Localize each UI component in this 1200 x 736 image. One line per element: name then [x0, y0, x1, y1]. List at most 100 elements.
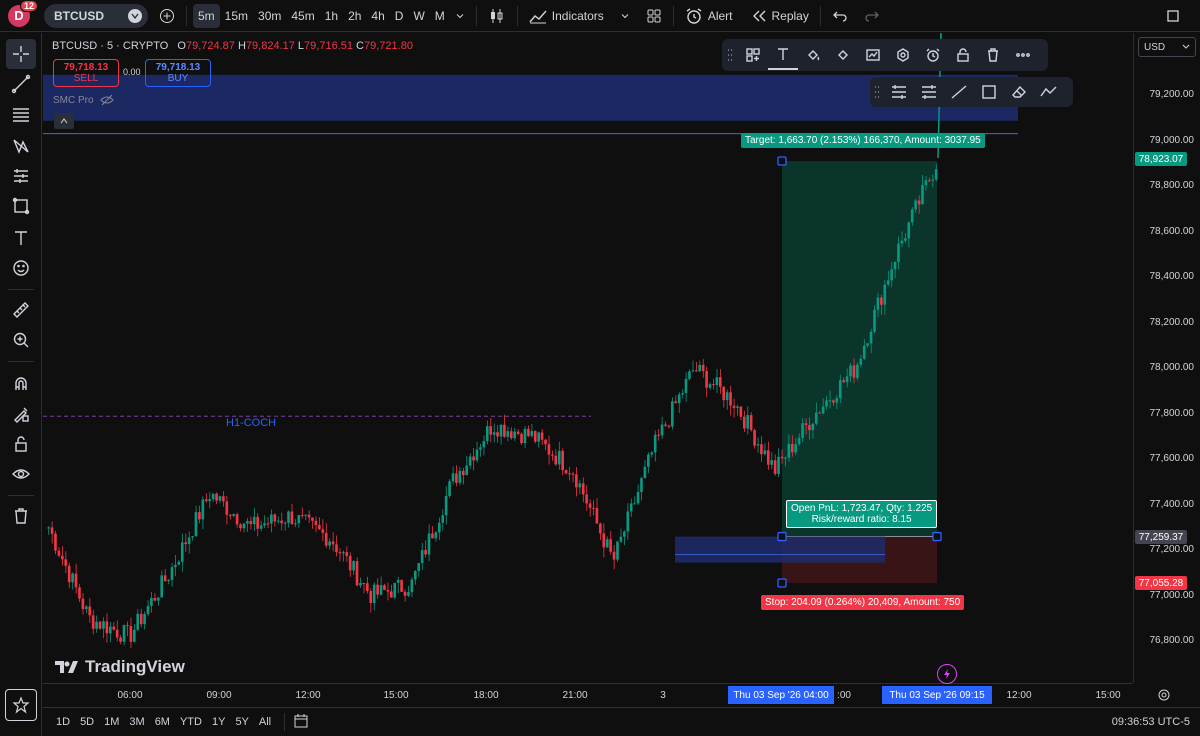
text-color-icon[interactable]	[768, 40, 798, 70]
indicators-button[interactable]: Indicators	[524, 4, 609, 28]
interval-dropdown-icon[interactable]	[450, 4, 470, 28]
time-axis[interactable]: 06:00 09:00 12:00 15:00 18:00 21:00 3 15:00 12:0…	[43, 683, 1133, 706]
range-6m[interactable]: 6M	[150, 716, 175, 728]
eye-icon[interactable]	[6, 459, 36, 489]
star-favorites-icon[interactable]	[5, 689, 37, 721]
collapse-legend-icon[interactable]	[54, 113, 74, 129]
fullscreen-icon[interactable]	[1160, 4, 1186, 28]
rectangle-tool-icon[interactable]	[974, 77, 1004, 107]
interval-5m[interactable]: 5m	[193, 3, 220, 28]
drag-handle-icon[interactable]	[870, 77, 884, 107]
candle-body	[835, 398, 839, 403]
range-ytd[interactable]: YTD	[175, 716, 207, 728]
chart-pane[interactable]	[43, 27, 1133, 683]
redo-icon[interactable]	[859, 4, 885, 28]
settings-icon[interactable]	[888, 40, 918, 70]
time-tick: 06:00	[117, 690, 143, 701]
candle-body	[845, 376, 849, 383]
range-5d[interactable]: 5D	[75, 716, 99, 728]
eraser-icon[interactable]	[1004, 77, 1034, 107]
chart-settings-icon[interactable]	[858, 40, 888, 70]
range-1y[interactable]: 1Y	[207, 716, 230, 728]
text-tool-icon[interactable]	[6, 223, 36, 253]
interval-d[interactable]: D	[390, 4, 409, 28]
unlock-icon[interactable]	[948, 40, 978, 70]
candle-body	[914, 200, 917, 210]
prediction-tools-icon[interactable]	[6, 161, 36, 191]
candle-body	[239, 524, 242, 529]
price-chart[interactable]	[43, 27, 1133, 683]
candle-body	[112, 626, 116, 630]
goto-date-icon[interactable]	[293, 713, 309, 732]
target-label[interactable]: Target: 1,663.70 (2.153%) 166,370, Amoun…	[741, 133, 985, 148]
eye-hidden-icon[interactable]	[99, 94, 114, 106]
magnet-icon[interactable]	[6, 369, 36, 399]
rectangle-shape-icon[interactable]	[6, 191, 36, 221]
line-tool-icon[interactable]	[944, 77, 974, 107]
interval-45m[interactable]: 45m	[286, 4, 319, 28]
indicator-legend[interactable]: SMC Pro	[53, 94, 114, 106]
delete-icon[interactable]	[978, 40, 1008, 70]
sell-button[interactable]: 79,718.13 SELL	[53, 59, 119, 87]
symbol-search[interactable]: BTCUSD	[44, 3, 148, 28]
candle-body	[568, 473, 571, 475]
candles-icon[interactable]	[483, 4, 511, 28]
open-pnl-label[interactable]: Open PnL: 1,723.47, Qty: 1.225 Risk/rewa…	[786, 500, 938, 528]
interval-15m[interactable]: 15m	[220, 4, 253, 28]
position-handle	[777, 531, 787, 542]
range-1d[interactable]: 1D	[51, 716, 75, 728]
interval-m[interactable]: M	[430, 4, 450, 28]
range-1m[interactable]: 1M	[99, 716, 124, 728]
fill-color-icon[interactable]	[798, 40, 828, 70]
clock-readout[interactable]: 09:36:53 UTC-5	[1112, 716, 1190, 728]
undo-icon[interactable]	[827, 4, 853, 28]
buy-button[interactable]: 79,718.13 BUY	[145, 59, 211, 87]
drawing-tools-toolbar	[870, 77, 1073, 107]
divider	[819, 5, 821, 26]
position-handle	[777, 578, 787, 588]
range-3m[interactable]: 3M	[124, 716, 149, 728]
compare-add-icon[interactable]	[154, 4, 180, 28]
candle-body	[890, 269, 893, 281]
drag-handle-icon[interactable]	[722, 40, 738, 70]
axis-settings-icon[interactable]	[1157, 688, 1171, 705]
trend-line-icon[interactable]	[6, 69, 36, 99]
alert-clock-icon[interactable]	[918, 40, 948, 70]
symbol-menu-icon[interactable]	[128, 8, 142, 23]
alert-button[interactable]: Alert	[680, 4, 738, 28]
user-avatar[interactable]: D 12	[8, 0, 38, 27]
layouts-grid-icon[interactable]	[641, 4, 667, 28]
lightning-icon[interactable]	[937, 664, 957, 684]
rewind-icon	[752, 10, 765, 21]
templates-icon[interactable]	[738, 40, 768, 70]
interval-2h[interactable]: 2h	[343, 4, 366, 28]
range-all[interactable]: All	[254, 716, 276, 728]
emoji-icon[interactable]	[6, 253, 36, 283]
interval-w[interactable]: W	[408, 4, 429, 28]
long-position-icon[interactable]	[884, 77, 914, 107]
interval-30m[interactable]: 30m	[253, 4, 286, 28]
path-tool-icon[interactable]	[1034, 77, 1064, 107]
interval-1h[interactable]: 1h	[320, 4, 343, 28]
more-icon[interactable]	[1008, 40, 1038, 70]
trash-icon[interactable]	[6, 501, 36, 531]
currency-select[interactable]: USD	[1138, 37, 1196, 57]
candle-body	[283, 522, 287, 524]
zoom-in-icon[interactable]	[6, 325, 36, 355]
stop-label[interactable]: Stop: 204.09 (0.264%) 20,409, Amount: 75…	[761, 595, 965, 610]
short-position-icon[interactable]	[914, 77, 944, 107]
background-color-icon[interactable]	[828, 40, 858, 70]
lock-drawing-icon[interactable]	[6, 399, 36, 429]
replay-button[interactable]: Replay	[746, 4, 814, 28]
range-5y[interactable]: 5Y	[230, 716, 253, 728]
candle-body	[496, 432, 499, 437]
crosshair-icon[interactable]	[6, 39, 36, 69]
ruler-icon[interactable]	[6, 295, 36, 325]
fib-retracement-icon[interactable]	[6, 99, 36, 129]
start-time-tag: Thu 03 Sep '26 04:00	[728, 686, 834, 704]
interval-4h[interactable]: 4h	[366, 4, 389, 28]
pattern-icon[interactable]	[6, 131, 36, 161]
indicators-dropdown-icon[interactable]	[615, 4, 635, 28]
candle-body	[506, 431, 510, 437]
lock-icon[interactable]	[6, 429, 36, 459]
